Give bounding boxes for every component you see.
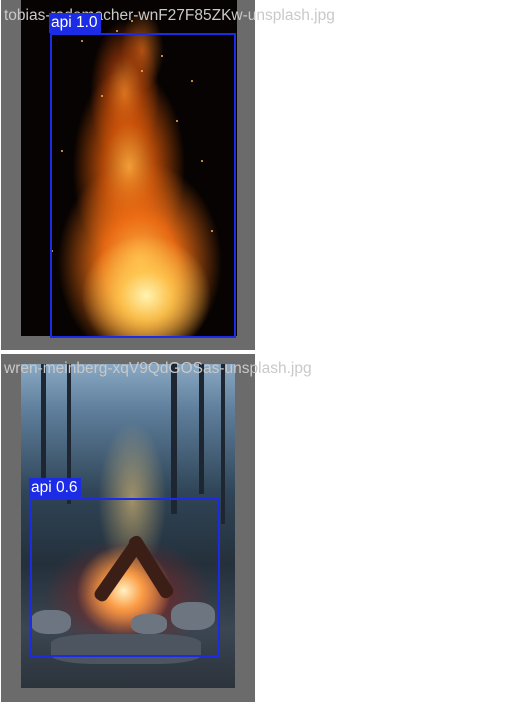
tree-trunk [199, 364, 204, 494]
tree-trunk [41, 364, 46, 484]
filename-label: wren-meinberg-xqV9QdGOSas-unsplash.jpg [4, 360, 312, 377]
tree-trunk [171, 364, 177, 514]
detection-badge: api 1.0 [49, 13, 101, 33]
detection-badge: api 0.6 [29, 478, 81, 498]
detection-box [30, 498, 220, 657]
spark [116, 30, 118, 32]
detection-box [50, 33, 236, 338]
tree-trunk [221, 364, 225, 524]
